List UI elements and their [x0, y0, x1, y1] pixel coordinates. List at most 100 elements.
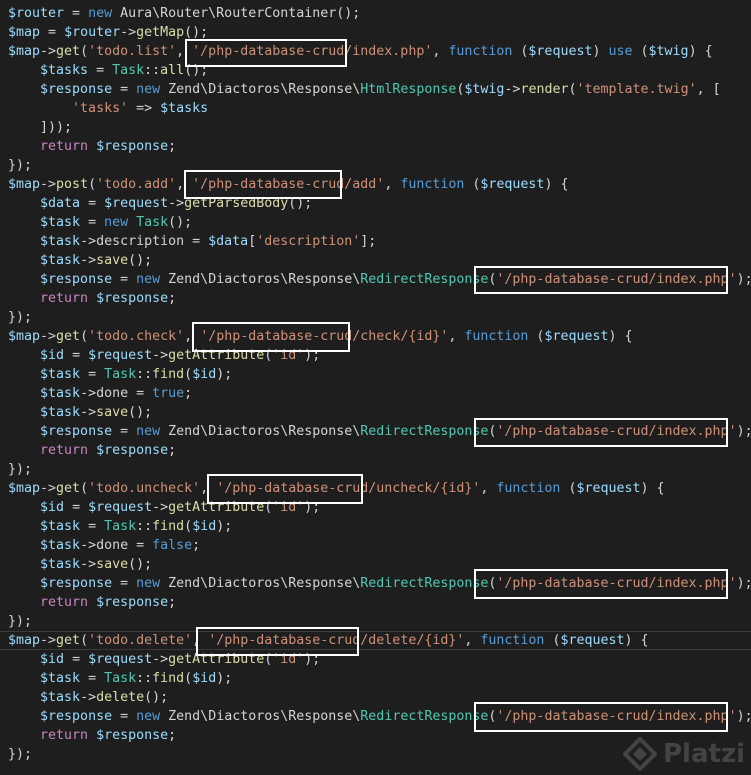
code-line[interactable]: $task = new Task(); — [0, 213, 751, 232]
code-token: $id — [192, 519, 217, 534]
code-token: function — [496, 481, 561, 496]
code-line[interactable]: $map->get('todo.uncheck', '/php-database… — [0, 479, 751, 498]
code-token: ( — [184, 671, 193, 686]
code-line[interactable]: $id = $request->getAttribute('id'); — [0, 346, 751, 365]
code-token: :: — [144, 63, 161, 78]
code-token: $tasks — [40, 63, 89, 78]
code-token: -> — [152, 348, 169, 363]
code-line[interactable]: 'tasks' => $tasks — [0, 99, 751, 118]
code-token: return — [40, 443, 89, 458]
code-line[interactable]: $map = $router->getMap(); — [0, 23, 751, 42]
code-token: , — [176, 44, 193, 59]
code-token: 'todo.delete' — [88, 633, 193, 648]
code-editor[interactable]: $router = new Aura\Router\RouterContaine… — [0, 0, 751, 775]
code-line[interactable]: $task->description = $data['description'… — [0, 232, 751, 251]
code-line[interactable]: $id = $request->getAttribute('id'); — [0, 650, 751, 669]
code-token: $request — [104, 196, 169, 211]
code-line[interactable]: $response = new Zend\Diactoros\Response\… — [0, 80, 751, 99]
code-line[interactable]: $task->done = false; — [0, 536, 751, 555]
code-line[interactable]: $router = new Aura\Router\RouterContaine… — [0, 4, 751, 23]
code-token: $response — [40, 709, 113, 724]
code-token: new — [136, 709, 161, 724]
code-line[interactable]: return $response; — [0, 137, 751, 156]
code-line[interactable]: $task->delete(); — [0, 688, 751, 707]
code-token: }); — [8, 462, 33, 477]
code-token: '/php-database-crud/index.php' — [496, 709, 737, 724]
code-line[interactable]: $id = $request->getAttribute('id'); — [0, 498, 751, 517]
code-token: ) { — [640, 481, 665, 496]
code-token: new — [136, 576, 161, 591]
code-token: $twig — [464, 82, 505, 97]
code-token: ); — [216, 519, 233, 534]
code-line[interactable]: $response = new Zend\Diactoros\Response\… — [0, 270, 751, 289]
code-token: }); — [8, 158, 33, 173]
code-token: $response — [40, 424, 113, 439]
code-token: $task — [40, 671, 81, 686]
code-line[interactable]: $map->get('todo.list', '/php-database-cr… — [0, 42, 751, 61]
code-token: $task — [40, 519, 81, 534]
code-token: ) { — [544, 177, 569, 192]
code-line[interactable]: $task = Task::find($id); — [0, 517, 751, 536]
code-token: $task — [40, 234, 81, 249]
code-line[interactable]: $task = Task::find($id); — [0, 365, 751, 384]
code-line[interactable]: $tasks = Task::all(); — [0, 61, 751, 80]
code-token: $task — [40, 557, 81, 572]
code-token: :: — [136, 367, 153, 382]
code-line[interactable]: $response = new Zend\Diactoros\Response\… — [0, 422, 751, 441]
code-token: -> — [120, 25, 137, 40]
code-token: 'todo.add' — [96, 177, 177, 192]
code-line[interactable]: $map->post('todo.add', '/php-database-cr… — [0, 175, 751, 194]
code-token: -> — [152, 500, 169, 515]
code-line[interactable]: return $response; — [0, 289, 751, 308]
code-line[interactable]: $task->done = true; — [0, 384, 751, 403]
code-token: ); — [736, 576, 751, 591]
code-token: '/php-database-crud/uncheck/{id}' — [216, 481, 481, 496]
code-token: $task — [40, 215, 81, 230]
code-token: ) { — [624, 633, 649, 648]
code-token: ); — [304, 652, 321, 667]
code-line[interactable]: }); — [0, 612, 751, 631]
code-token: = — [80, 215, 105, 230]
code-line[interactable]: }); — [0, 156, 751, 175]
code-line[interactable]: return $response; — [0, 593, 751, 612]
code-line[interactable]: }); — [0, 460, 751, 479]
code-token: -> — [504, 82, 521, 97]
code-area[interactable]: $router = new Aura\Router\RouterContaine… — [0, 4, 751, 764]
code-line[interactable]: $task->save(); — [0, 251, 751, 270]
code-line[interactable]: $task->save(); — [0, 403, 751, 422]
code-token: getAttribute — [168, 652, 265, 667]
code-line[interactable]: $data = $request->getParsedBody(); — [0, 194, 751, 213]
code-line[interactable]: $map->get('todo.delete', '/php-database-… — [0, 631, 751, 650]
code-token: $task — [40, 253, 81, 268]
code-line[interactable]: $response = new Zend\Diactoros\Response\… — [0, 574, 751, 593]
watermark: Platzi — [623, 737, 745, 771]
code-line[interactable]: }); — [0, 308, 751, 327]
code-token: , — [432, 44, 449, 59]
code-token: = — [40, 25, 65, 40]
code-token: return — [40, 595, 89, 610]
code-token: ); — [736, 272, 751, 287]
code-token: Zend\Diactoros\Response\ — [160, 82, 361, 97]
code-token: Zend\Diactoros\Response\ — [160, 272, 361, 287]
code-token: ; — [184, 386, 193, 401]
code-token: get — [56, 329, 81, 344]
code-line[interactable]: $map->get('todo.check', '/php-database-c… — [0, 327, 751, 346]
code-token: $request — [528, 44, 593, 59]
code-token: save — [96, 405, 129, 420]
code-line[interactable]: $task = Task::find($id); — [0, 669, 751, 688]
code-token: ]; — [360, 234, 377, 249]
code-token: return — [40, 728, 89, 743]
code-line[interactable]: return $response; — [0, 441, 751, 460]
code-line[interactable]: $response = new Zend\Diactoros\Response\… — [0, 707, 751, 726]
code-line[interactable]: $task->save(); — [0, 555, 751, 574]
code-line[interactable]: ])); — [0, 118, 751, 137]
code-token: getAttribute — [168, 500, 265, 515]
code-token: }); — [8, 614, 33, 629]
code-token: -> — [40, 177, 57, 192]
code-token: ; — [168, 139, 177, 154]
